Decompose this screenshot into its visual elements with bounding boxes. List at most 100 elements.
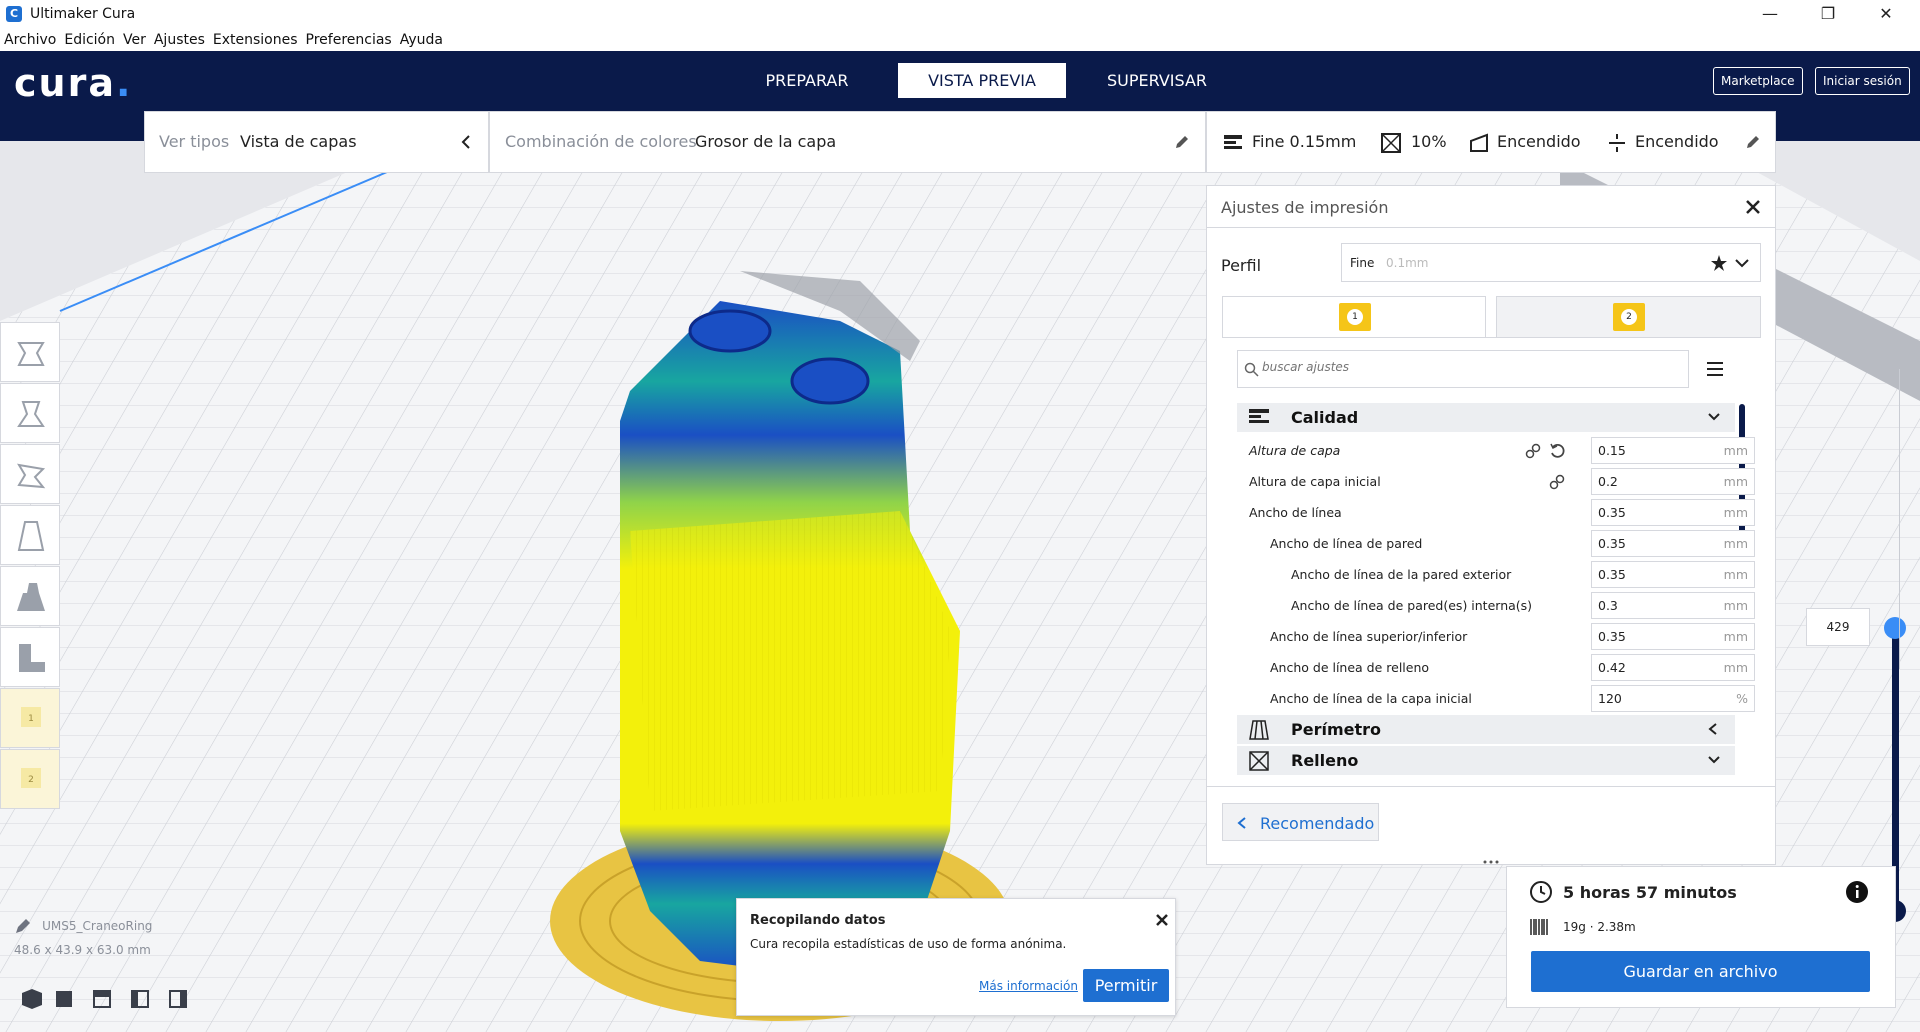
setting-input[interactable]: 0.35 mm [1591, 530, 1755, 557]
menu-ver[interactable]: Ver [123, 32, 146, 48]
toast-title: Recopilando datos [750, 913, 886, 928]
settings-search-box[interactable] [1237, 350, 1689, 388]
setting-input[interactable]: 0.15 mm [1591, 437, 1755, 464]
move-tool-button[interactable] [0, 322, 60, 382]
close-icon[interactable] [1155, 913, 1169, 927]
tab-divider [1222, 337, 1761, 338]
data-collection-toast: Recopilando datos Cura recopila estadíst… [736, 898, 1176, 1016]
scale-tool-button[interactable] [0, 383, 60, 443]
reset-icon[interactable] [1549, 443, 1565, 459]
setting-input[interactable]: 120% [1591, 685, 1755, 712]
rotate-icon [17, 463, 46, 489]
star-icon[interactable] [1710, 254, 1728, 272]
extruder-2-icon: 2 [21, 768, 41, 788]
per-model-settings-button[interactable] [0, 566, 60, 626]
menu-preferencias[interactable]: Preferencias [306, 32, 392, 48]
tab-preparar[interactable]: PREPARAR [723, 63, 891, 98]
link-icon[interactable] [1549, 474, 1565, 490]
chevron-down-icon [1708, 756, 1720, 764]
menu-ajustes[interactable]: Ajustes [154, 32, 205, 48]
mirror-tool-button[interactable] [0, 505, 60, 565]
print-setup-summary[interactable]: Fine 0.15mm 10% Encendido Encendido [1206, 111, 1776, 173]
save-to-file-button[interactable]: Guardar en archivo [1531, 951, 1870, 992]
extruder-1-button[interactable]: 1 [0, 688, 60, 748]
more-info-link[interactable]: Más información [979, 979, 1078, 993]
setting-row-ancho-capa-inicial[interactable]: Ancho de línea de la capa inicial 120% [1229, 683, 1755, 714]
menu-edicion[interactable]: Edición [64, 32, 115, 48]
print-time: 5 horas 57 minutos [1563, 883, 1737, 902]
color-scheme-value[interactable]: Grosor de la capa [695, 132, 836, 151]
settings-search-input[interactable] [1262, 360, 1662, 374]
setting-input[interactable]: 0.2 mm [1591, 468, 1755, 495]
search-icon [1244, 362, 1259, 377]
setting-row-ancho-linea[interactable]: Ancho de línea 0.35 mm [1229, 497, 1755, 528]
tab-vista-previa[interactable]: VISTA PREVIA [898, 63, 1066, 98]
category-calidad-label: Calidad [1291, 408, 1359, 427]
setting-row-ancho-linea-pared[interactable]: Ancho de línea de pared 0.35 mm [1229, 528, 1755, 559]
category-calidad[interactable]: Calidad [1237, 403, 1735, 432]
print-settings-header: Ajustes de impresión [1207, 186, 1775, 228]
setting-input[interactable]: 0.42 mm [1591, 654, 1755, 681]
marketplace-button[interactable]: Marketplace [1713, 67, 1803, 95]
signin-button[interactable]: Iniciar sesión [1815, 67, 1910, 95]
chevron-down-icon [1735, 259, 1749, 268]
view-right-icon[interactable] [160, 987, 198, 1009]
setting-row-altura-capa[interactable]: Altura de capa 0.15 mm [1229, 435, 1755, 466]
minimize-button[interactable]: — [1742, 0, 1798, 28]
category-relleno[interactable]: Relleno [1237, 746, 1735, 775]
tab-supervisar[interactable]: SUPERVISAR [1073, 63, 1241, 98]
setting-label: Ancho de línea de relleno [1270, 660, 1430, 675]
layer-slider-guide [1899, 369, 1900, 669]
allow-button[interactable]: Permitir [1083, 969, 1169, 1002]
category-perimetro[interactable]: Perímetro [1237, 715, 1735, 744]
setting-row-ancho-pared-exterior[interactable]: Ancho de línea de la pared exterior 0.35… [1229, 559, 1755, 590]
setting-label: Ancho de línea [1249, 505, 1342, 520]
support-blocker-icon [19, 644, 45, 672]
view-type-value[interactable]: Vista de capas [240, 132, 357, 151]
window-titlebar: C Ultimaker Cura — ❐ ✕ [0, 0, 1920, 28]
setting-row-altura-capa-inicial[interactable]: Altura de capa inicial 0.2 mm [1229, 466, 1755, 497]
color-scheme-panel[interactable]: Combinación de colores Grosor de la capa [489, 111, 1206, 173]
mirror-icon [17, 521, 45, 551]
menu-extensiones[interactable]: Extensiones [213, 32, 298, 48]
setting-label: Ancho de línea de pared(es) interna(s) [1291, 598, 1533, 613]
setting-input[interactable]: 0.35 mm [1591, 499, 1755, 526]
support-blocker-button[interactable] [0, 627, 60, 687]
extruder-tab-2[interactable]: 2 [1496, 296, 1761, 338]
view-top-icon[interactable] [84, 987, 122, 1009]
setting-input[interactable]: 0.3 mm [1591, 592, 1755, 619]
rotate-tool-button[interactable] [0, 444, 60, 504]
view-front-icon[interactable] [46, 987, 84, 1009]
close-window-button[interactable]: ✕ [1858, 0, 1914, 28]
menu-icon[interactable] [1705, 360, 1725, 378]
menu-ayuda[interactable]: Ayuda [400, 32, 443, 48]
edit-settings-icon[interactable] [1745, 134, 1761, 150]
maximize-button[interactable]: ❐ [1800, 0, 1856, 28]
setting-input[interactable]: 0.35 mm [1591, 561, 1755, 588]
view-3d-icon[interactable] [16, 987, 46, 1009]
svg-text:2: 2 [28, 775, 34, 785]
setting-input[interactable]: 0.35 mm [1591, 623, 1755, 650]
barcode-icon [1530, 919, 1548, 935]
menu-archivo[interactable]: Archivo [4, 32, 56, 48]
print-settings-panel: Ajustes de impresión Perfil Fine 0.1mm 1… [1206, 185, 1776, 865]
profile-dropdown[interactable]: Fine 0.1mm [1341, 243, 1761, 282]
setting-row-ancho-superior-inferior[interactable]: Ancho de línea superior/inferior 0.35 mm [1229, 621, 1755, 652]
setting-row-ancho-relleno[interactable]: Ancho de línea de relleno 0.42 mm [1229, 652, 1755, 683]
chevron-left-icon [461, 135, 470, 149]
link-icon[interactable] [1525, 443, 1541, 459]
recommended-button[interactable]: Recomendado [1222, 803, 1379, 841]
category-relleno-label: Relleno [1291, 751, 1359, 770]
edit-icon[interactable] [1174, 134, 1190, 150]
close-icon[interactable] [1745, 199, 1761, 215]
panel-resize-handle[interactable] [1481, 854, 1501, 864]
view-type-panel[interactable]: Ver tipos Vista de capas [144, 111, 489, 173]
info-icon[interactable] [1845, 880, 1869, 904]
layer-slider-top-handle[interactable] [1884, 617, 1906, 639]
layer-value-box[interactable]: 429 [1806, 608, 1870, 646]
extruder-1-icon: 1 [21, 707, 41, 727]
setting-row-ancho-pared-interna[interactable]: Ancho de línea de pared(es) interna(s) 0… [1229, 590, 1755, 621]
extruder-tab-1[interactable]: 1 [1222, 296, 1486, 338]
extruder-2-button[interactable]: 2 [0, 749, 60, 809]
view-left-icon[interactable] [122, 987, 160, 1009]
